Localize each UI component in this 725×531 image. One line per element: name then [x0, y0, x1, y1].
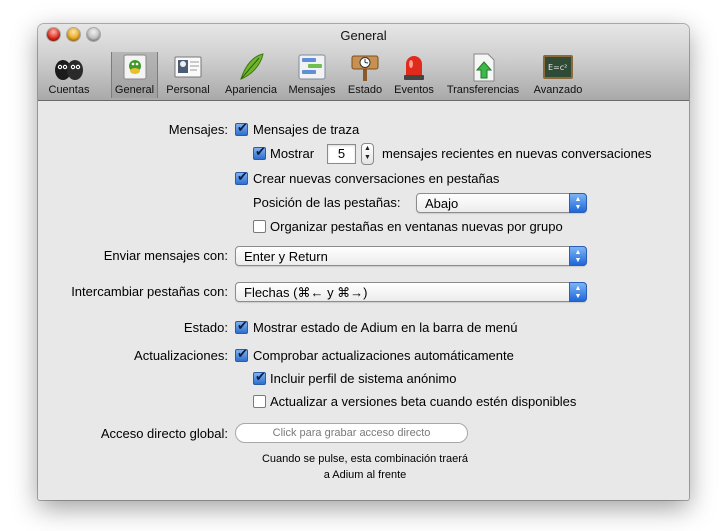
send-label: Enviar mensajes con: — [103, 248, 228, 263]
messages-label: Mensajes: — [168, 122, 228, 137]
transfers-icon — [473, 53, 495, 82]
updates-label: Actualizaciones: — [134, 348, 228, 363]
organize-tabs-checkbox[interactable] — [253, 220, 266, 233]
tabs-label: Crear nuevas conversaciones en pestañas — [253, 171, 500, 186]
toolbar-item-cuentas[interactable]: Cuentas — [44, 52, 94, 98]
toolbar-item-transferencias[interactable]: Transferencias — [442, 52, 524, 98]
recent-count-field[interactable]: 5 — [327, 144, 356, 164]
hotkey-label: Acceso directo global: — [100, 426, 228, 441]
trace-messages-label: Mensajes de traza — [253, 122, 360, 137]
toolbar-item-eventos[interactable]: Eventos — [391, 52, 437, 98]
chevron-updown-icon: ▲ ▼ — [569, 193, 587, 213]
general-icon — [123, 54, 146, 80]
toolbar-item-personal[interactable]: Personal — [163, 52, 213, 98]
preferences-window: General Cuentas General Personal Aparien… — [38, 24, 689, 500]
toolbar-item-general[interactable]: General — [111, 52, 158, 98]
tab-position-popup[interactable]: Abajo ▲ ▼ — [416, 193, 587, 213]
send-popup[interactable]: Enter y Return ▲ ▼ — [235, 246, 587, 266]
hotkey-hint-line1: Cuando se pulse, esta combinación traerá — [261, 453, 469, 465]
auto-updates-checkbox[interactable] — [235, 347, 248, 362]
show-recent-label: Mostrar — [270, 146, 315, 161]
switch-tabs-popup[interactable]: Flechas (⌘← y ⌘→) ▲ ▼ — [235, 282, 587, 302]
toolbar-item-mensajes[interactable]: Mensajes — [286, 52, 338, 98]
menu-status-checkbox[interactable] — [235, 319, 248, 334]
personal-icon — [174, 56, 202, 78]
events-icon — [404, 56, 424, 80]
hotkey-hint: Cuando se pulse, esta combinación traerá… — [210, 451, 520, 483]
window-title: General — [340, 28, 387, 43]
toolbar-item-avanzado[interactable]: E=c² Avanzado — [528, 52, 588, 98]
menu-status-label: Mostrar estado de Adium en la barra de m… — [253, 320, 518, 335]
switch-tabs-label: Intercambiar pestañas con: — [71, 284, 228, 299]
beta-updates-label: Actualizar a versiones beta cuando estén… — [270, 394, 577, 409]
organize-tabs-label: Organizar pestañas en ventanas nuevas po… — [270, 219, 563, 234]
hotkey-hint-line2: a Adium al frente — [323, 469, 407, 481]
show-recent-checkbox[interactable] — [253, 145, 266, 160]
toolbar-item-apariencia[interactable]: Apariencia — [220, 52, 282, 98]
accounts-icon — [55, 60, 83, 80]
status-label: Estado: — [183, 320, 228, 335]
advanced-icon: E=c² — [543, 55, 573, 79]
toolbar: General Cuentas General Personal Aparien… — [38, 24, 689, 101]
recent-suffix-label: mensajes recientes en nuevas conversacio… — [382, 146, 652, 161]
status-icon — [351, 55, 379, 81]
system-profile-label: Incluir perfil de sistema anónimo — [270, 371, 457, 386]
trace-messages-checkbox[interactable] — [235, 121, 248, 136]
system-profile-checkbox[interactable] — [253, 370, 266, 385]
messages-icon — [298, 54, 326, 80]
appearance-icon — [240, 53, 264, 80]
tabs-checkbox[interactable] — [235, 170, 248, 185]
hotkey-recorder-field[interactable]: Click para grabar acceso directo — [235, 423, 468, 443]
beta-updates-checkbox[interactable] — [253, 395, 266, 408]
auto-updates-label: Comprobar actualizaciones automáticament… — [253, 348, 514, 363]
chevron-updown-icon: ▲ ▼ — [569, 246, 587, 266]
chevron-updown-icon: ▲ ▼ — [569, 282, 587, 302]
tab-position-label: Posición de las pestañas: — [253, 195, 401, 210]
svg-text:E=c²: E=c² — [548, 63, 567, 72]
toolbar-item-estado[interactable]: Estado — [343, 52, 387, 98]
recent-count-stepper[interactable]: ▲ ▼ — [361, 143, 374, 165]
